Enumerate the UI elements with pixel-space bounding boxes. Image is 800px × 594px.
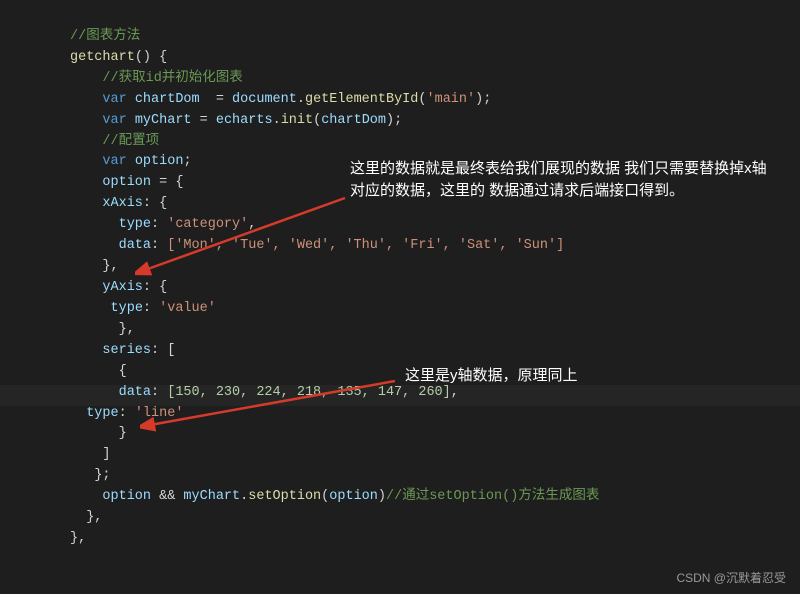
x-axis-data: ['Mon', 'Tue', 'Wed', 'Thu', 'Fri', 'Sat…	[167, 238, 564, 253]
code-block: //图表方法 getchart() { //获取id并初始化图表 var cha…	[0, 0, 800, 550]
code-comment: //通过setOption()方法生成图表	[386, 489, 599, 504]
series-data: [150, 230, 224, 218, 135, 147, 260]	[167, 385, 451, 400]
code-comment: //图表方法	[70, 29, 140, 44]
code-comment: //获取id并初始化图表	[102, 71, 242, 86]
code-comment: //配置项	[102, 134, 159, 149]
code-func: getchart	[70, 50, 135, 65]
watermark: CSDN @沉默着忍受	[676, 569, 786, 588]
